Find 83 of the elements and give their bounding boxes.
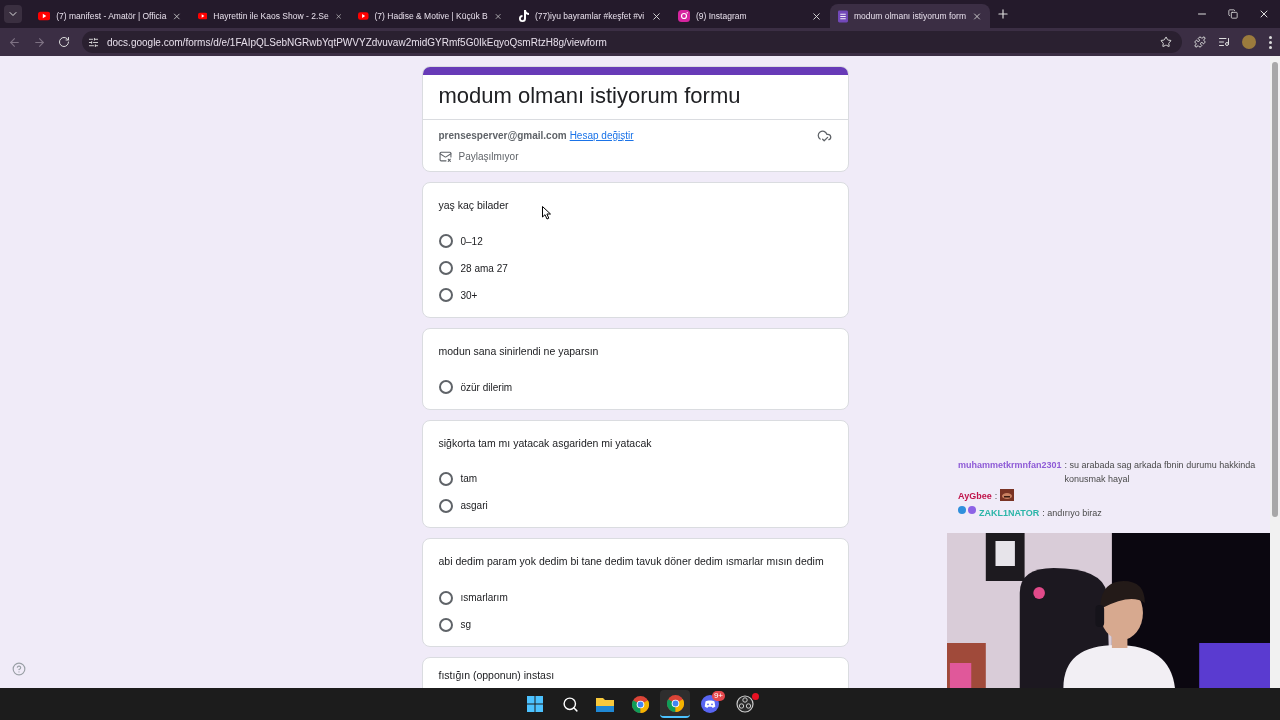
cube-badge-icon	[958, 506, 966, 514]
chrome-icon	[666, 694, 684, 712]
account-email: prensesperver@gmail.com	[438, 129, 567, 143]
radio-option[interactable]: asgari	[438, 492, 832, 520]
chat-username: muhammetkrmnfan2301	[958, 459, 1062, 472]
restore-icon[interactable]	[1228, 9, 1238, 19]
chat-message: : andırıyo biraz	[1042, 507, 1102, 520]
windows-icon	[527, 696, 543, 712]
radio-button[interactable]	[438, 288, 453, 303]
reload-icon[interactable]	[58, 36, 70, 48]
radio-button[interactable]	[438, 261, 453, 276]
tab-title: (7) Hadise & Motive | Küçük B	[374, 9, 488, 23]
browser-tab[interactable]: Hayrettin ile Kaos Show - 2.Se	[190, 4, 350, 28]
radio-button[interactable]	[438, 498, 453, 513]
extensions-icon[interactable]	[1194, 36, 1206, 48]
radio-button[interactable]	[438, 234, 453, 249]
radio-button[interactable]	[438, 380, 453, 394]
browser-tab[interactable]: modum olmanı istiyorum form	[830, 4, 990, 28]
question-text: abi dedim param yok dedim bi tane dedim tavuk döner dedim ısmarlar mısın dedim	[438, 554, 824, 570]
tab-title: (7) manifest - Amatör | Officia	[56, 9, 167, 23]
emote-icon	[1000, 489, 1015, 501]
close-icon[interactable]	[651, 10, 662, 22]
radio-option[interactable]: sg	[438, 611, 832, 638]
search-icon	[561, 695, 579, 713]
music-note-icon	[518, 10, 529, 22]
browser-tab[interactable]: (77)iyu bayramlar #keşfet #vi	[510, 4, 670, 28]
tab-list-button[interactable]	[4, 5, 22, 23]
media-icon[interactable]	[1218, 36, 1230, 48]
radio-option[interactable]: 28 ama 27	[438, 254, 832, 282]
bookmark-star-icon[interactable]	[1160, 36, 1172, 48]
tab-title: (77)iyu bayramlar #keşfet #vi	[535, 9, 645, 23]
notification-badge: 9+	[711, 691, 725, 701]
form-icon	[838, 9, 848, 23]
browser-tab[interactable]: (7) Hadise & Motive | Küçük B	[350, 4, 510, 28]
video-play-icon	[198, 11, 208, 21]
camera-icon	[678, 10, 690, 22]
radio-button[interactable]	[438, 617, 453, 632]
address-bar[interactable]: docs.google.com/forms/d/e/1FAIpQLSebNGRwbYqtPWVYZdvuvaw2midGYRmf5G0IkEqyoQsmRtzH8g/viewform	[82, 31, 1182, 53]
video-play-icon	[358, 11, 369, 21]
close-icon[interactable]	[811, 10, 822, 22]
close-icon[interactable]	[1258, 8, 1270, 20]
radio-button[interactable]	[438, 471, 453, 486]
chat-username: AyGbee	[958, 490, 992, 503]
taskbar-app[interactable]: 9+	[695, 690, 725, 718]
new-tab-icon[interactable]	[996, 7, 1010, 21]
taskbar-app[interactable]	[660, 690, 690, 718]
question-text: siğkorta tam mı yatacak asgariden mi yatacak	[438, 435, 652, 451]
forward-icon[interactable]	[33, 35, 46, 49]
butterfly-badge-icon	[968, 506, 976, 514]
sharing-status: Paylaşılmıyor	[458, 150, 519, 164]
menu-icon[interactable]	[1268, 35, 1272, 49]
question-text: yaş kaç bilader	[438, 198, 509, 213]
radio-option[interactable]: özür dilerim	[438, 373, 832, 401]
tab-title: (9) Instagram	[696, 9, 748, 23]
switch-account-link[interactable]: Hesap değiştir	[569, 128, 634, 143]
radio-option[interactable]: tam	[438, 465, 832, 493]
tab-title: modum olmanı istiyorum form	[854, 9, 966, 23]
question-text: modun sana sinirlendi ne yaparsın	[438, 343, 599, 359]
mail-icon	[438, 150, 452, 163]
scrollbar[interactable]	[1270, 56, 1280, 688]
radio-option[interactable]: 30+	[438, 281, 832, 309]
chat-message: : su arabada sag arkada fbnin durumu hakkinda konusmak hayal	[1064, 459, 1257, 486]
back-icon[interactable]	[8, 35, 21, 49]
record-icon	[736, 695, 754, 713]
radio-option[interactable]: ısmarlarım	[438, 584, 832, 611]
radio-option[interactable]: 0–12	[438, 227, 832, 255]
video-play-icon	[38, 11, 51, 21]
question-text: fıstığın (opponun) instası	[438, 668, 555, 683]
site-info-icon[interactable]	[88, 36, 99, 48]
cursor-icon	[542, 206, 552, 220]
cloud-check-icon	[816, 128, 832, 143]
chrome-icon	[631, 695, 649, 713]
tab-title: Hayrettin ile Kaos Show - 2.Se	[213, 9, 329, 23]
folder-icon	[596, 696, 614, 712]
browser-tab[interactable]: (9) Instagram	[670, 4, 830, 28]
close-icon[interactable]	[172, 10, 182, 22]
chat-message: :	[994, 490, 998, 503]
browser-tab[interactable]: (7) manifest - Amatör | Officia	[30, 4, 190, 28]
form-title: modum olmanı istiyorum formu	[422, 75, 848, 120]
radio-button[interactable]	[438, 590, 453, 605]
chat-username: ZAKL1NATOR	[979, 507, 1040, 520]
profile-avatar[interactable]	[1242, 35, 1256, 49]
url-text: docs.google.com/forms/d/e/1FAIpQLSebNGRwbYqtPWVYZdvuvaw2midGYRmf5G0IkEqyoQsmRtzH8g/viewform	[107, 35, 608, 50]
